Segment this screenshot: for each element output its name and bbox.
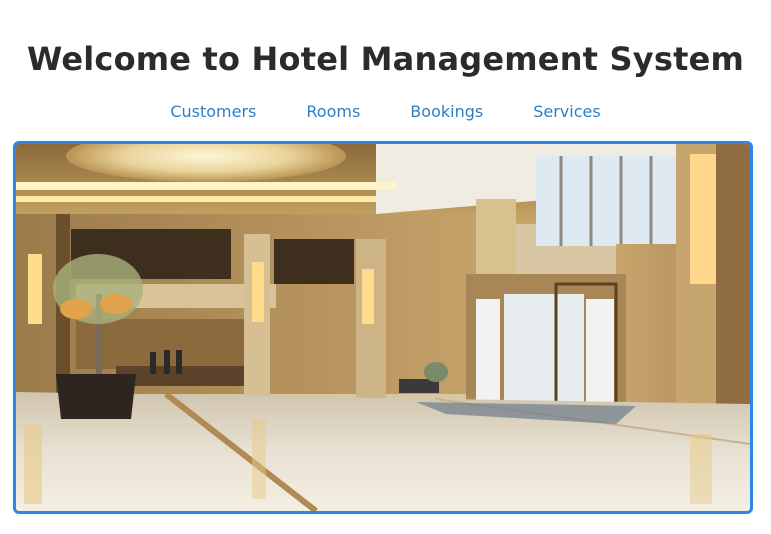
nav-link-rooms[interactable]: Rooms — [306, 102, 360, 121]
hotel-lobby-illustration — [16, 144, 750, 511]
page-title: Welcome to Hotel Management System — [26, 40, 745, 78]
main-nav: Customers Rooms Bookings Services — [0, 102, 771, 121]
hero-image — [13, 141, 753, 514]
nav-link-bookings[interactable]: Bookings — [410, 102, 483, 121]
nav-link-customers[interactable]: Customers — [170, 102, 256, 121]
nav-link-services[interactable]: Services — [533, 102, 600, 121]
